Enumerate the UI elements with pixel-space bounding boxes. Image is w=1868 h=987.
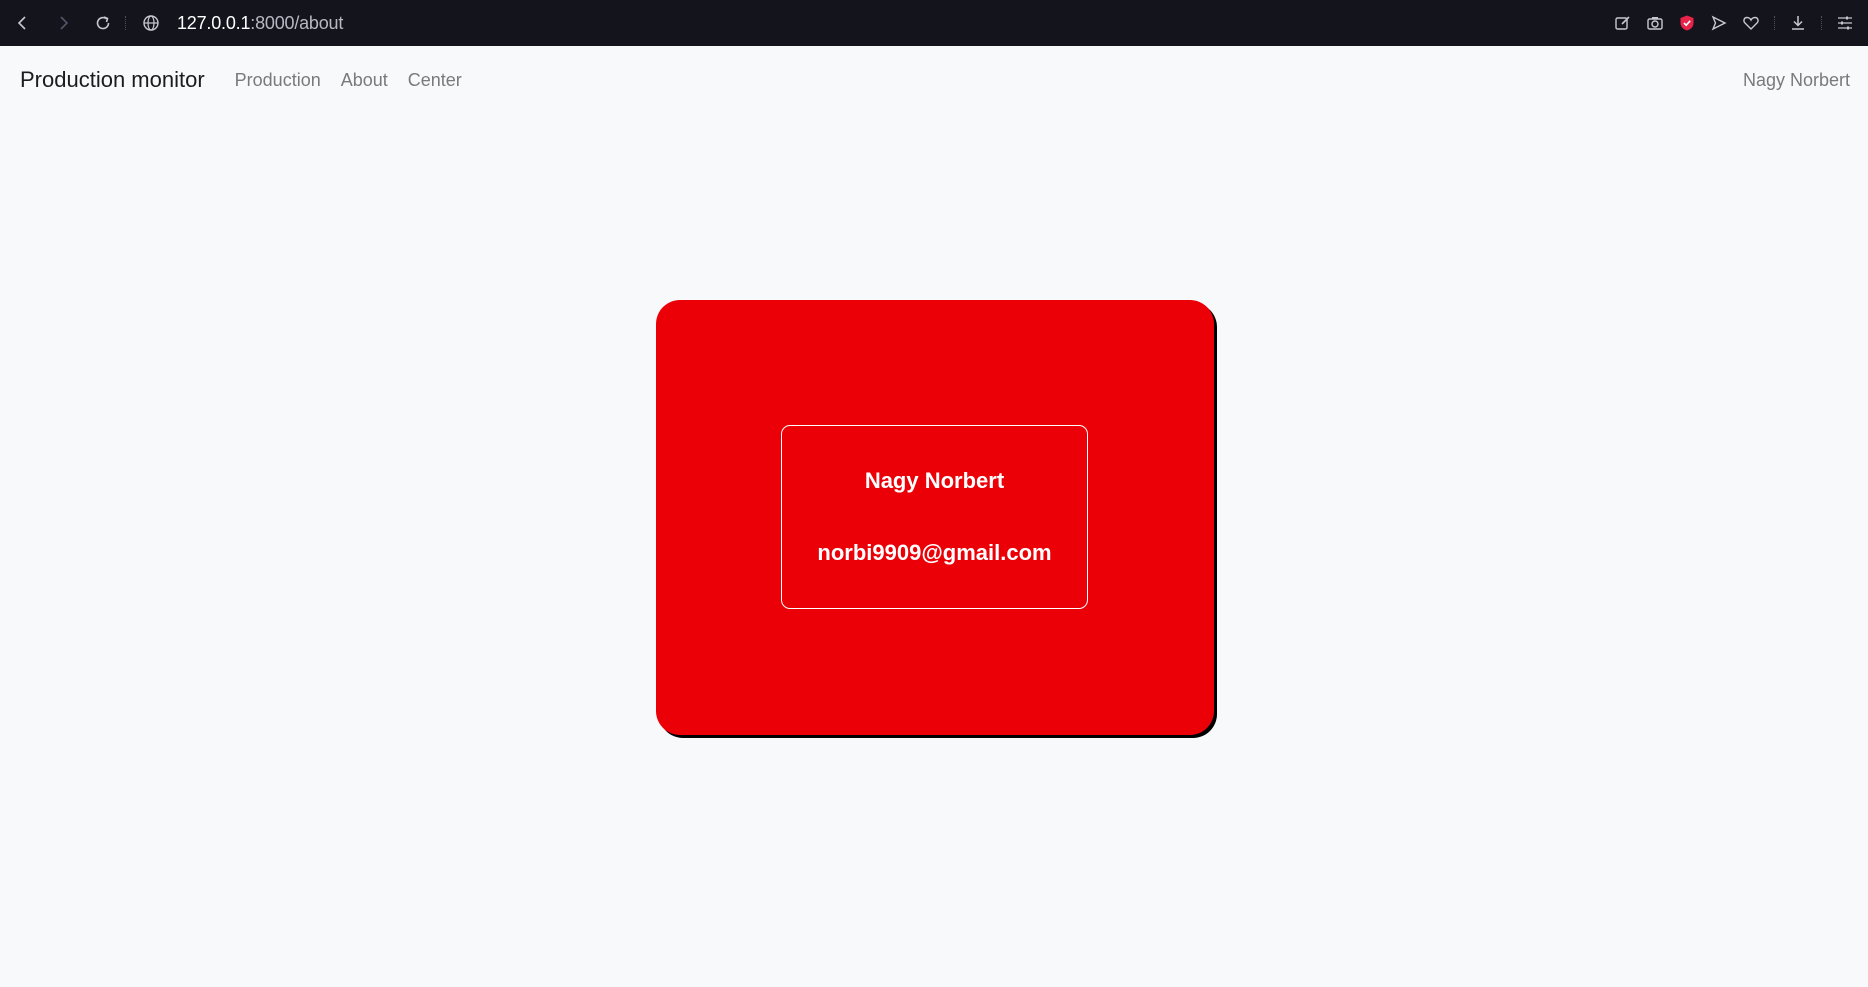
browser-extensions xyxy=(1612,0,1856,46)
toolbar-separator xyxy=(1821,16,1822,30)
camera-icon[interactable] xyxy=(1644,12,1666,34)
browser-toolbar: 127.0.0.1:8000/about xyxy=(0,0,1868,46)
site-navbar: Production monitor Production About Cent… xyxy=(0,46,1868,114)
download-icon[interactable] xyxy=(1787,12,1809,34)
contact-box: Nagy Norbert norbi9909@gmail.com xyxy=(781,425,1088,609)
url-path: :8000/about xyxy=(250,12,344,33)
toolbar-separator xyxy=(125,16,127,30)
send-icon[interactable] xyxy=(1708,12,1730,34)
nav-user-name[interactable]: Nagy Norbert xyxy=(1743,70,1850,91)
nav-link-center[interactable]: Center xyxy=(408,70,462,91)
browser-nav-buttons xyxy=(11,11,115,35)
heart-icon[interactable] xyxy=(1740,12,1762,34)
about-card: Nagy Norbert norbi9909@gmail.com xyxy=(656,300,1214,735)
edit-icon[interactable] xyxy=(1612,12,1634,34)
nav-link-production[interactable]: Production xyxy=(235,70,321,91)
contact-email: norbi9909@gmail.com xyxy=(817,540,1052,565)
address-bar[interactable]: 127.0.0.1:8000/about xyxy=(139,11,343,35)
nav-link-about[interactable]: About xyxy=(341,70,388,91)
settings-sliders-icon[interactable] xyxy=(1834,12,1856,34)
shield-icon[interactable] xyxy=(1676,12,1698,34)
back-icon[interactable] xyxy=(11,11,35,35)
url-text[interactable]: 127.0.0.1:8000/about xyxy=(177,13,343,34)
reload-icon[interactable] xyxy=(91,11,115,35)
globe-icon[interactable] xyxy=(139,11,163,35)
brand-link[interactable]: Production monitor xyxy=(20,67,205,93)
contact-name: Nagy Norbert xyxy=(864,468,1005,493)
toolbar-separator xyxy=(1774,16,1775,30)
url-host: 127.0.0.1 xyxy=(177,12,251,33)
forward-icon[interactable] xyxy=(51,11,75,35)
